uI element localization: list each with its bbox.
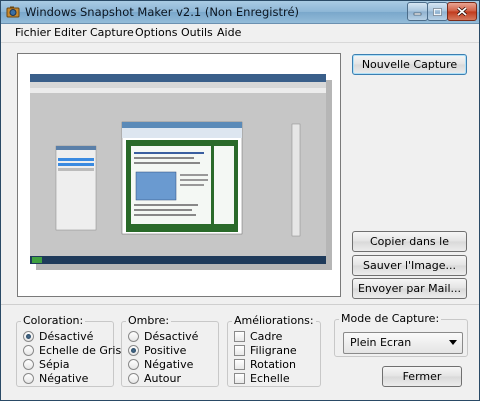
checkbox-icon (234, 344, 245, 356)
menu-separator (1, 42, 479, 43)
ombre-option-positive[interactable]: Positive (128, 343, 186, 357)
minimize-button[interactable] (407, 2, 428, 21)
checkbox-icon (234, 372, 245, 384)
close-window-button[interactable] (447, 2, 477, 21)
radio-icon (128, 358, 139, 370)
option-label: Désactivé (39, 329, 94, 343)
amelioration-option-echelle[interactable]: Echelle (234, 371, 290, 385)
menu-editer[interactable]: Editer (54, 26, 87, 39)
ameliorations-group: Améliorations: Cadre Filigrane Rotation … (227, 314, 321, 387)
coloration-option-negative[interactable]: Négative (23, 371, 88, 385)
close-button[interactable]: Fermer (382, 366, 462, 387)
ombre-group: Ombre: Désactivé Positive Négative Autou… (121, 314, 219, 387)
option-label: Autour (144, 371, 182, 385)
maximize-icon (433, 7, 442, 16)
coloration-option-echelle-de-gris[interactable]: Echelle de Gris (23, 343, 121, 357)
coloration-option-desactive[interactable]: Désactivé (23, 329, 93, 343)
radio-icon (23, 344, 34, 356)
radio-icon (128, 372, 139, 384)
option-label: Filigrane (250, 343, 297, 357)
app-window: Windows Snapshot Maker v2.1 (Non Enregis… (0, 0, 480, 401)
capture-mode-select[interactable]: Plein Ecran (343, 332, 463, 354)
menu-options[interactable]: Options (135, 26, 177, 39)
option-label: Positive (144, 343, 187, 357)
option-label: Rotation (250, 357, 297, 371)
menu-fichier[interactable]: Fichier (15, 26, 51, 39)
ameliorations-title: Améliorations: (232, 314, 316, 327)
capture-mode-value: Plein Ecran (350, 336, 412, 349)
ombre-option-negative[interactable]: Négative (128, 357, 193, 371)
app-camera-icon (6, 6, 20, 18)
menu-outils[interactable]: Outils (181, 26, 213, 39)
option-label: Négative (144, 357, 194, 371)
radio-icon (23, 330, 34, 342)
option-label: Sépia (39, 357, 70, 371)
window-title: Windows Snapshot Maker v2.1 (Non Enregis… (25, 5, 300, 19)
menu-bar: Fichier Editer Capture Options Outils Ai… (1, 24, 479, 42)
option-label: Négative (39, 371, 89, 385)
ombre-title: Ombre: (126, 314, 172, 327)
ombre-option-autour[interactable]: Autour (128, 371, 181, 385)
title-bar[interactable]: Windows Snapshot Maker v2.1 (Non Enregis… (1, 1, 479, 24)
ombre-option-desactive[interactable]: Désactivé (128, 329, 198, 343)
save-image-button[interactable]: Sauver l'Image... (352, 255, 467, 276)
option-label: Echelle de Gris (39, 343, 122, 357)
radio-icon (128, 344, 139, 356)
option-label: Cadre (250, 329, 283, 343)
maximize-button[interactable] (427, 2, 448, 21)
option-label: Echelle (250, 371, 290, 385)
amelioration-option-rotation[interactable]: Rotation (234, 357, 296, 371)
amelioration-option-filigrane[interactable]: Filigrane (234, 343, 297, 357)
coloration-title: Coloration: (21, 314, 86, 327)
menu-capture[interactable]: Capture (90, 26, 134, 39)
dropdown-arrow-icon (449, 340, 457, 345)
new-capture-button[interactable]: Nouvelle Capture (352, 54, 467, 75)
radio-icon (128, 330, 139, 342)
checkbox-icon (234, 330, 245, 342)
amelioration-option-cadre[interactable]: Cadre (234, 329, 282, 343)
send-mail-button[interactable]: Envoyer par Mail... (352, 278, 467, 299)
capture-mode-group: Mode de Capture: Plein Ecran (334, 312, 468, 357)
checkbox-icon (234, 358, 245, 370)
section-separator (1, 304, 479, 305)
coloration-group: Coloration: Désactivé Echelle de Gris Sé… (16, 314, 121, 387)
minimize-icon (413, 12, 422, 15)
close-icon (457, 7, 467, 16)
menu-aide[interactable]: Aide (217, 26, 241, 39)
snapshot-preview-image (18, 54, 340, 296)
option-label: Désactivé (144, 329, 199, 343)
radio-icon (23, 358, 34, 370)
capture-mode-title: Mode de Capture: (339, 312, 442, 325)
radio-icon (23, 372, 34, 384)
coloration-option-sepia[interactable]: Sépia (23, 357, 70, 371)
snapshot-preview (17, 53, 341, 297)
copy-clipboard-button[interactable]: Copier dans le presse papier (352, 231, 467, 267)
